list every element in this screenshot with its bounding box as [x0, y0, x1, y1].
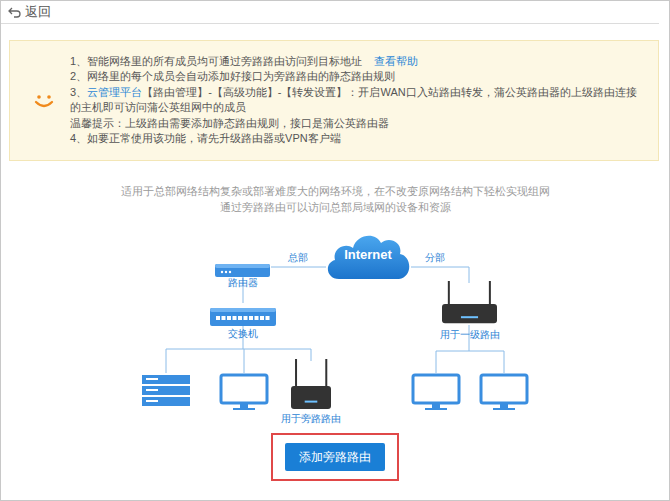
diagram-node [411, 373, 461, 411]
diagram-node [219, 373, 269, 411]
notice-text: 4、如要正常使用该功能，请先升级路由器或VPN客户端 [70, 132, 341, 144]
notice-text: 【路由管理】-【高级功能】-【转发设置】：开启WAN口入站路由转发，蒲公英路由器… [70, 86, 637, 113]
intro-text: 适用于总部网络结构复杂或部署难度大的网络环境，在不改变原网络结构下轻松实现组网通… [1, 183, 669, 215]
diagram-node [209, 303, 277, 327]
notice-text: 1、智能网络里的所有成员均可通过旁路路由访问到目标地址 [70, 55, 362, 67]
internet-cloud: Internet [323, 229, 413, 283]
notice-text: 3、 [70, 86, 87, 98]
back-arrow-icon [8, 7, 21, 18]
notice-box: 1、智能网络里的所有成员均可通过旁路路由访问到目标地址查看帮助2、网络里的每个成… [9, 40, 659, 161]
smile-icon [34, 93, 54, 109]
hq-label: 总部 [288, 252, 308, 264]
bypass-router-icon [290, 359, 332, 411]
intro-line: 通过旁路路由可以访问总部局域网的设备和资源 [1, 199, 669, 215]
notice-item: 3、云管理平台【路由管理】-【高级功能】-【转发设置】：开启WAN口入站路由转发… [70, 85, 646, 116]
notice-tip: 温馨提示：上级路由需要添加静态路由规则，接口是蒲公英路由器 [70, 116, 646, 131]
notice-item: 4、如要正常使用该功能，请先升级路由器或VPN客户端 [70, 131, 646, 146]
branch-label: 分部 [425, 252, 445, 264]
notice-link[interactable]: 查看帮助 [374, 55, 418, 67]
switch-icon [209, 305, 277, 327]
network-diagram: Internet 总部 分部路由器交换机用于旁路路由 用于一级路由 [1, 221, 670, 433]
notice-item: 1、智能网络里的所有成员均可通过旁路路由访问到目标地址查看帮助 [70, 54, 646, 69]
notice-item: 2、网络里的每个成员会自动添加好接口为旁路路由的静态路由规则 [70, 69, 646, 84]
notice-text: 2、网络里的每个成员会自动添加好接口为旁路路由的静态路由规则 [70, 70, 395, 82]
add-bypass-router-button[interactable]: 添加旁路路由 [285, 443, 385, 471]
diagram-node [290, 359, 332, 411]
router-icon [214, 262, 271, 278]
diagram-node [441, 281, 498, 325]
highlight-box: 添加旁路路由 [271, 433, 399, 481]
node-label: 用于一级路由 [440, 329, 500, 341]
monitor-icon [219, 373, 269, 411]
node-label: 交换机 [228, 328, 258, 340]
button-row: 添加旁路路由 [1, 433, 669, 481]
diagram-node [141, 373, 191, 409]
node-label: 用于旁路路由 [281, 413, 341, 425]
monitor-icon [479, 373, 529, 411]
intro-line: 适用于总部网络结构复杂或部署难度大的网络环境，在不改变原网络结构下轻松实现组网 [1, 183, 669, 199]
notice-list: 1、智能网络里的所有成员均可通过旁路路由访问到目标地址查看帮助2、网络里的每个成… [70, 54, 646, 148]
back-text[interactable]: 返回 [25, 4, 51, 20]
notice-link[interactable]: 云管理平台 [87, 86, 142, 98]
back-link[interactable]: 返回 [1, 1, 659, 24]
notice-text: 温馨提示：上级路由需要添加静态路由规则，接口是蒲公英路由器 [70, 117, 389, 129]
diagram-node [479, 373, 529, 411]
branch-router-icon [441, 281, 498, 325]
node-label: 路由器 [228, 277, 258, 289]
server-icon [141, 373, 191, 409]
monitor-icon [411, 373, 461, 411]
smile-wrap [10, 54, 70, 148]
cloud-label: Internet [323, 247, 413, 263]
